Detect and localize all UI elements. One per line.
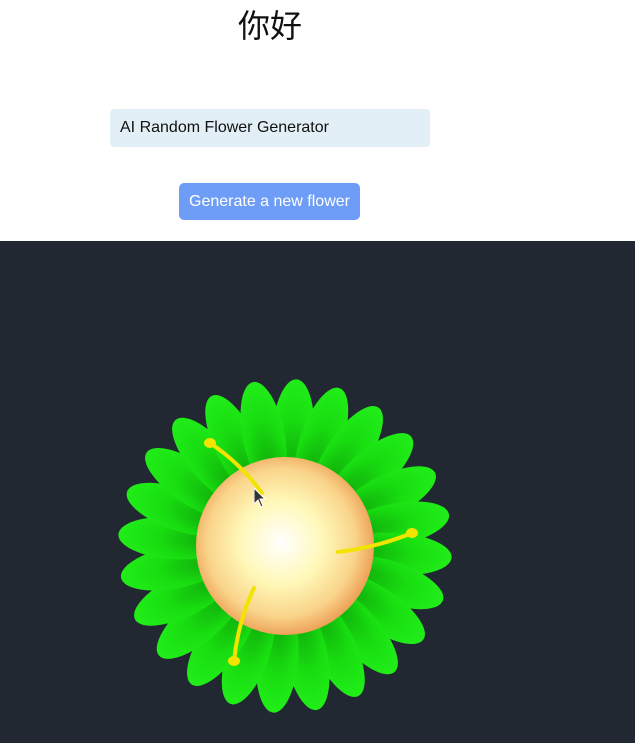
app-title: AI Random Flower Generator (110, 109, 430, 147)
flower-drawing (118, 379, 452, 713)
stamen-3-tip (228, 656, 240, 666)
generate-flower-button[interactable]: Generate a new flower (179, 183, 360, 220)
greeting-heading: 你好 (237, 7, 302, 45)
stamen-2-tip (406, 528, 418, 538)
stamen-1-tip (204, 438, 216, 448)
flower-canvas[interactable] (0, 241, 635, 743)
flower-center (196, 457, 374, 635)
header: 你好 AI Random Flower Generator Generate a… (0, 0, 635, 241)
mouse-pointer-icon (254, 488, 266, 508)
page: 你好 AI Random Flower Generator Generate a… (0, 0, 635, 743)
